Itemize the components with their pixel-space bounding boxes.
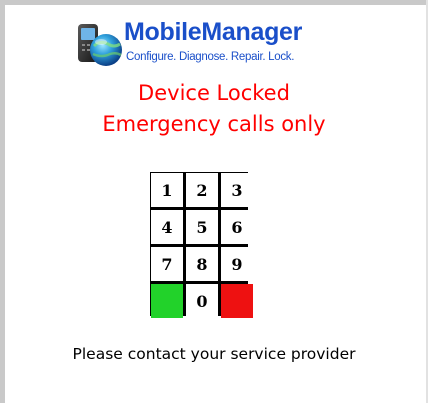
window-left-border	[0, 0, 5, 403]
key-6[interactable]: 6	[221, 210, 253, 244]
key-5[interactable]: 5	[186, 210, 218, 244]
contact-provider-message: Please contact your service provider	[72, 345, 356, 363]
key-3[interactable]: 3	[221, 173, 253, 207]
emergency-notice: Emergency calls only	[102, 112, 326, 136]
key-4[interactable]: 4	[151, 210, 183, 244]
key-9[interactable]: 9	[221, 247, 253, 281]
app-name: MobileManager	[124, 18, 303, 46]
key-1[interactable]: 1	[151, 173, 183, 207]
key-2[interactable]: 2	[186, 173, 218, 207]
key-0[interactable]: 0	[186, 284, 218, 318]
lock-status: Device Locked	[138, 81, 290, 105]
phone-with-globe-icon	[78, 24, 122, 66]
end-call-button[interactable]	[221, 284, 253, 318]
call-button[interactable]	[151, 284, 183, 318]
key-8[interactable]: 8	[186, 247, 218, 281]
keypad: 1 2 3 4 5 6 7 8 9 0	[150, 172, 253, 318]
key-7[interactable]: 7	[151, 247, 183, 281]
app-tagline: Configure. Diagnose. Repair. Lock.	[126, 51, 295, 63]
window-top-border	[0, 0, 428, 5]
